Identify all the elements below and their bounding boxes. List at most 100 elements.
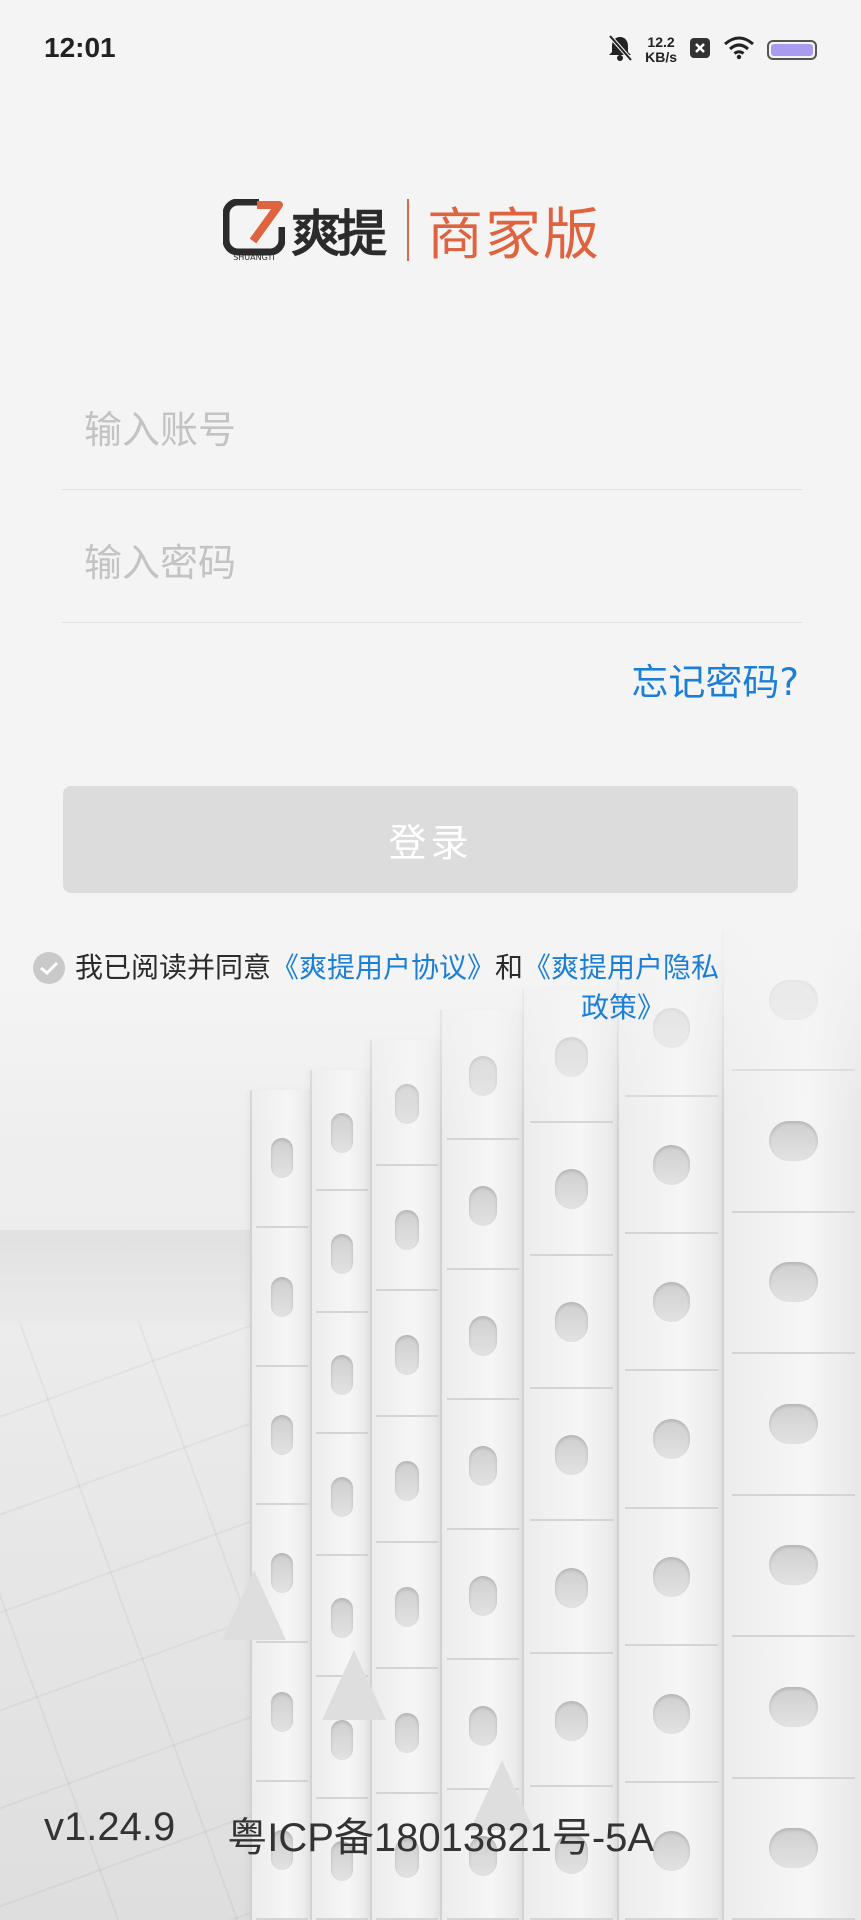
agreement-conjunction: 和 [495,951,524,984]
wifi-icon [723,36,755,64]
bell-muted-icon [607,34,633,66]
locker-handle [331,1719,353,1760]
locker-handle [653,1830,690,1871]
locker-column [310,1070,372,1920]
close-box-icon [689,37,711,63]
network-speed: 12.2 KB/s [645,35,677,65]
locker-door [625,1371,718,1509]
locker-foot [222,1570,286,1640]
locker-handle [394,1712,420,1753]
locker-door [732,1213,855,1355]
locker-handle [554,1567,589,1608]
brand-name: 爽提 [291,204,387,263]
locker-door [315,1313,369,1435]
agreement-text: 我已阅读并同意《爽提用户协议》和《爽提用户隐私 政策》 [75,948,719,1028]
agreement-line-2: 政策》 [75,988,719,1028]
locker-door [315,1191,369,1313]
agree-checkbox[interactable] [33,952,65,984]
logo-mark-text: SHUANGTI [233,253,275,261]
locker-door [732,1637,855,1779]
agreement-prefix: 我已阅读并同意 [75,951,272,984]
logo-divider [407,199,409,261]
locker-handle [554,1700,589,1741]
locker-handle [554,1435,589,1476]
icp-license: 粤ICP备18013821号-5A [227,1816,655,1860]
login-button[interactable]: 登录 [63,786,798,893]
user-agreement-link[interactable]: 《爽提用户协议》 [271,951,495,984]
battery-level [771,44,813,56]
locker-handle [468,1575,498,1616]
locker-handle [468,1705,498,1746]
agreement-row: 我已阅读并同意《爽提用户协议》和《爽提用户隐私 政策》 [33,948,823,1028]
locker-handle [271,1691,293,1732]
status-icons: 12.2 KB/s [607,30,817,70]
privacy-policy-link[interactable]: 《爽提用户隐私 [523,951,719,984]
locker-handle [554,1302,589,1343]
footer: v1.24.9 粤ICP备18013821号-5A [44,1805,654,1863]
app-version: v1.24.9 [44,1805,176,1849]
locker-handle [394,1209,420,1250]
locker-door [446,1400,520,1530]
locker-door [732,1779,855,1920]
privacy-policy-link-continued[interactable]: 政策》 [581,991,665,1024]
locker-handle [468,1445,498,1486]
locker-handle [394,1335,420,1376]
locker-door [255,1228,309,1367]
locker-handle [653,1282,690,1323]
locker-door [625,1509,718,1646]
locker-handle [331,1476,353,1517]
locker-door [529,1123,614,1256]
locker-handle [271,1276,293,1317]
locker-door [446,1270,520,1400]
locker-handle [769,1828,818,1869]
bench-background [0,1230,250,1325]
locker-door [732,1496,855,1638]
locker-handle [468,1315,498,1356]
locker-handle [394,1586,420,1627]
locker-door [255,1367,309,1505]
locker-column [370,1040,442,1920]
locker-handle [271,1415,293,1456]
locker-handle [769,1686,818,1727]
network-speed-value: 12.2 [647,34,675,50]
locker-door [446,1530,520,1660]
account-input[interactable] [82,399,786,461]
locker-handle [653,1693,690,1734]
locker-handle [331,1233,353,1274]
locker-foot [322,1650,386,1720]
locker-handle [653,1419,690,1460]
locker-door [376,1291,438,1418]
locker-door [315,1434,369,1556]
account-field [62,360,802,490]
locker-door [529,1521,614,1655]
edition-label: 商家版 [427,202,601,268]
locker-handle [331,1598,353,1639]
forgot-password-link[interactable]: 忘记密码? [631,652,799,706]
locker-handle [769,1545,818,1586]
network-speed-unit: KB/s [645,49,677,65]
password-field [62,493,802,623]
app-logo: SHUANGTI 爽提 商家版 [222,195,601,268]
locker-handle [769,1262,818,1303]
agreement-line-1: 我已阅读并同意《爽提用户协议》和《爽提用户隐私 [75,948,719,988]
locker-column [250,1090,312,1920]
locker-handle [769,1403,818,1444]
battery-icon [767,40,817,60]
locker-handle [653,1145,690,1186]
locker-door [529,1654,614,1788]
locker-door [255,1643,309,1782]
password-input[interactable] [82,532,786,594]
status-bar: 12:01 12.2 KB/s [0,0,861,100]
check-icon [40,961,59,976]
locker-door [376,1417,438,1543]
locker-handle [271,1138,293,1179]
locker-door [625,1234,718,1372]
locker-door [732,1354,855,1496]
logo-mark-icon: SHUANGTI [222,198,286,262]
locker-handle [331,1355,353,1396]
locker-door [529,1389,614,1522]
locker-door [376,1166,438,1292]
locker-door [446,1140,520,1270]
locker-door [529,1256,614,1389]
locker-handle [394,1461,420,1502]
